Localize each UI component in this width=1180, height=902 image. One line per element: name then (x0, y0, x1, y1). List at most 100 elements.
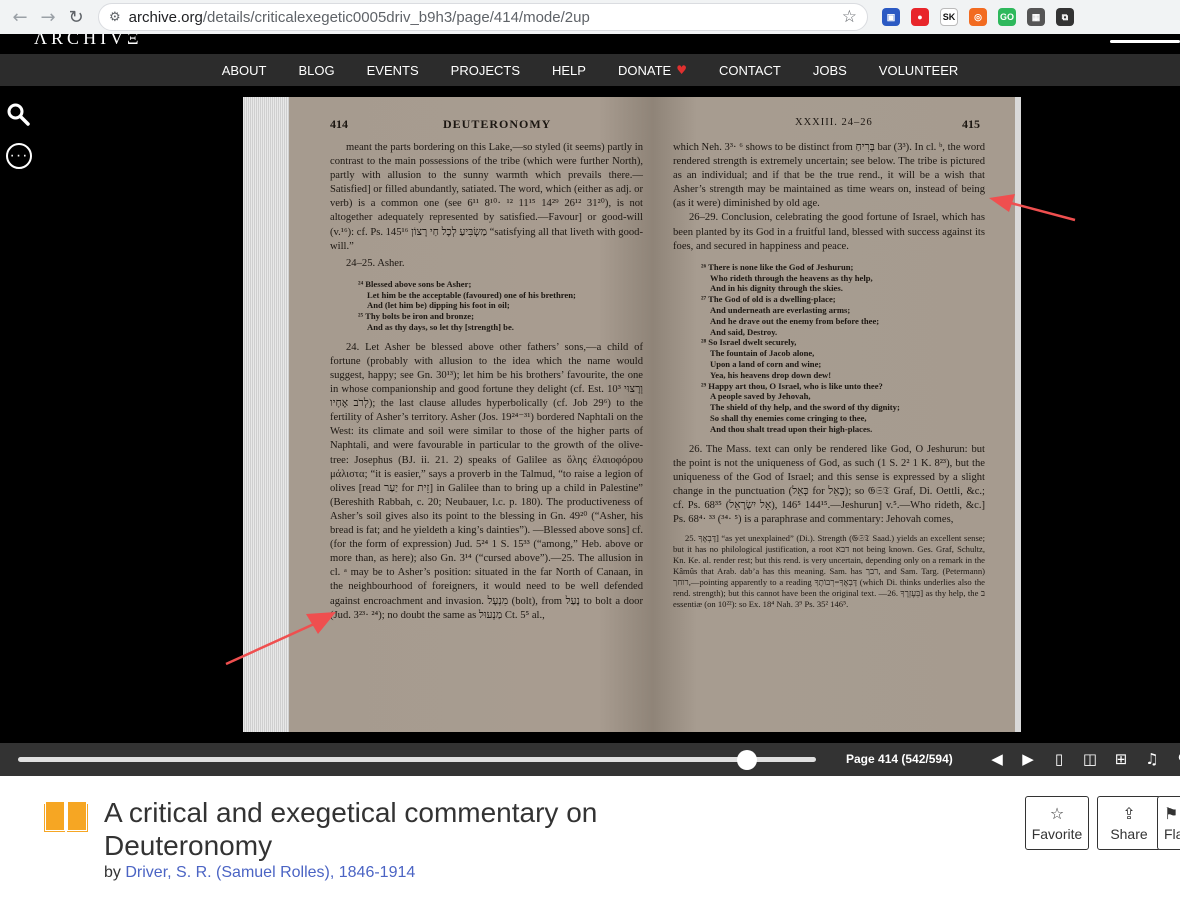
verse-line: And underneath are everlasting arms; (710, 304, 851, 315)
right-page[interactable]: XXXIII. 24–26 415 which Neh. 3³· ⁶ shows… (653, 97, 1021, 732)
by-prefix: by (104, 864, 121, 881)
verse-line: ²⁵ Thy bolts be iron and bronze; (358, 311, 474, 322)
read-aloud-icon[interactable]: ♫ (1143, 749, 1161, 769)
nav-blog[interactable]: BLOG (299, 63, 335, 78)
extension-icon[interactable]: GO (998, 8, 1016, 26)
right-para-3: 26. The Mass. text can only be rendered … (673, 443, 985, 525)
share-button[interactable]: ⇪ Share (1097, 796, 1161, 850)
item-title: A critical and exegetical commentary on … (104, 797, 598, 861)
site-info-icon[interactable]: ⚙ (109, 10, 121, 25)
verse-line: And (let him be) dipping his foot in oil… (367, 300, 510, 311)
verse-line: And in his dignity through the skies. (710, 283, 843, 294)
verse-line: And thou shalt tread upon their high-pla… (710, 423, 873, 434)
nav-contact[interactable]: CONTACT (719, 63, 781, 78)
left-para-2: 24. Let Asher be blessed above other fat… (330, 341, 644, 621)
nav-jobs[interactable]: JOBS (813, 63, 847, 78)
book-spread[interactable]: 414 DEUTERONOMY meant the parts borderin… (243, 97, 1021, 732)
right-page-text: which Neh. 3³· ⁶ shows to be distinct fr… (673, 141, 985, 609)
nav-projects[interactable]: PROJECTS (451, 63, 520, 78)
page-slider[interactable] (18, 757, 816, 762)
left-page-text: meant the parts bordering on this Lake,—… (330, 141, 643, 623)
verse-line: ²⁶ There is none like the God of Jeshuru… (701, 261, 854, 272)
flag-button[interactable]: ⚑ Fla (1157, 796, 1180, 850)
url-text[interactable]: archive.org/details/criticalexegetic0005… (129, 9, 842, 26)
author-link[interactable]: Driver, S. R. (Samuel Rolles), 1846-1914 (125, 864, 415, 881)
page-slider-handle[interactable] (736, 750, 757, 770)
next-page-icon[interactable]: ▶ (1019, 749, 1037, 769)
item-byline: by Driver, S. R. (Samuel Rolles), 1846-1… (104, 864, 415, 882)
two-page-view-icon[interactable]: ◫ (1081, 749, 1099, 769)
verse-line: So shall thy enemies come cringing to th… (710, 412, 867, 423)
heart-icon: ♥ (676, 63, 687, 77)
favorite-button[interactable]: ☆ Favorite (1025, 796, 1089, 850)
page-label: Page 414 (542/594) (846, 752, 953, 766)
book-reader: ··· 414 DEUTERONOMY meant the parts bord… (0, 86, 1180, 743)
verse-line: ²⁴ Blessed above sons be Asher; (358, 278, 472, 289)
ia-header-strip: ΛRCHIVΞ (0, 34, 1180, 54)
share-icon: ⇪ (1122, 804, 1136, 823)
reader-controls: Page 414 (542/594) ◀ ▶ ▯ ◫ ⊞ ♫ ⚲ (0, 743, 1180, 776)
annotation-arrow-icon (989, 194, 1076, 222)
share-label: Share (1110, 826, 1148, 842)
right-para-1: which Neh. 3³· ⁶ shows to be distinct fr… (673, 142, 985, 210)
verse-line: And said, Destroy. (710, 326, 778, 337)
more-options-icon[interactable]: ··· (6, 143, 32, 169)
nav-about[interactable]: ABOUT (222, 63, 267, 78)
forward-arrow-icon[interactable]: → (34, 3, 62, 31)
verse-line: The shield of thy help, and the sword of… (710, 402, 900, 413)
right-para-2: 26–29. Conclusion, celebrating the good … (673, 212, 985, 252)
browser-toolbar: ← → ↻ ⚙ archive.org/details/criticalexeg… (0, 0, 1180, 34)
nav-volunteer[interactable]: VOLUNTEER (879, 63, 958, 78)
nav-help[interactable]: HELP (552, 63, 586, 78)
left-page[interactable]: 414 DEUTERONOMY meant the parts borderin… (289, 97, 653, 732)
reload-icon[interactable]: ↻ (62, 3, 90, 31)
bookmark-star-icon[interactable]: ☆ (842, 7, 857, 27)
verse-line: Yea, his heavens drop down dew! (710, 369, 832, 380)
nav-events[interactable]: EVENTS (367, 63, 419, 78)
left-page-number: 414 (330, 117, 348, 131)
verse-line: And he drave out the enemy from before t… (710, 315, 880, 326)
right-footnote: 25. דָּבְאֶךָ] “as yet unexplained” (Di.… (673, 533, 986, 609)
flag-icon: ⚑ (1164, 804, 1179, 823)
zoom-icon[interactable]: ⚲ (1174, 749, 1180, 769)
left-section-heading: 24–25. Asher. (346, 257, 405, 269)
verse-line: And as thy days, so let thy [strength] b… (367, 322, 514, 333)
top-nav: ABOUT BLOG EVENTS PROJECTS HELP DONATE ♥ … (0, 54, 1180, 86)
verse-line: ²⁷ The God of old is a dwelling-place; (701, 294, 836, 305)
verse-line: ²⁹ Happy art thou, O Israel, who is like… (701, 380, 883, 391)
verse-line: Let him be the acceptable (favoured) one… (367, 289, 576, 300)
verse-line: ²⁸ So Israel dwelt securely, (701, 337, 797, 348)
left-verse-block: ²⁴ Blessed above sons be Asher; Let him b… (358, 279, 643, 333)
right-running-head: XXXIII. 24–26 (795, 117, 873, 128)
verse-line: The fountain of Jacob alone, (710, 348, 815, 359)
address-bar[interactable]: ⚙ archive.org/details/criticalexegetic00… (98, 3, 868, 31)
item-details: A critical and exegetical commentary on … (0, 776, 1180, 902)
extension-icon[interactable]: ◎ (969, 8, 987, 26)
header-search-field-edge (1110, 40, 1180, 43)
back-arrow-icon[interactable]: ← (6, 3, 34, 31)
extension-icon[interactable]: ▣ (882, 8, 900, 26)
star-icon: ☆ (1049, 804, 1065, 823)
search-icon[interactable] (6, 102, 30, 126)
extension-icon[interactable]: ▦ (1027, 8, 1045, 26)
right-verse-block: ²⁶ There is none like the God of Jeshuru… (701, 262, 985, 435)
verse-line: Who rideth through the heavens as thy he… (710, 272, 873, 283)
extension-icon[interactable]: ⧉ (1056, 8, 1074, 26)
verse-line: Upon a land of corn and wine; (710, 358, 822, 369)
book-icon (44, 802, 88, 832)
annotation-arrow-icon (225, 612, 336, 666)
previous-page-icon[interactable]: ◀ (988, 749, 1006, 769)
verse-line: A people saved by Jehovah, (710, 391, 811, 402)
left-para-1: meant the parts bordering on this Lake,—… (330, 142, 643, 252)
thumbnail-view-icon[interactable]: ⊞ (1112, 749, 1130, 769)
nav-donate[interactable]: DONATE ♥ (618, 63, 687, 78)
favorite-label: Favorite (1031, 826, 1083, 842)
extensions-row: ▣ ● SK ◎ GO ▦ ⧉ (882, 8, 1074, 26)
one-page-view-icon[interactable]: ▯ (1050, 749, 1068, 769)
extension-icon[interactable]: ● (911, 8, 929, 26)
extension-icon[interactable]: SK (940, 8, 958, 26)
right-page-number: 415 (962, 117, 980, 131)
left-running-head: DEUTERONOMY (443, 117, 552, 131)
nav-donate-label: DONATE (617, 62, 672, 78)
archive-logo-icon[interactable]: ΛRCHIVΞ (34, 34, 143, 49)
